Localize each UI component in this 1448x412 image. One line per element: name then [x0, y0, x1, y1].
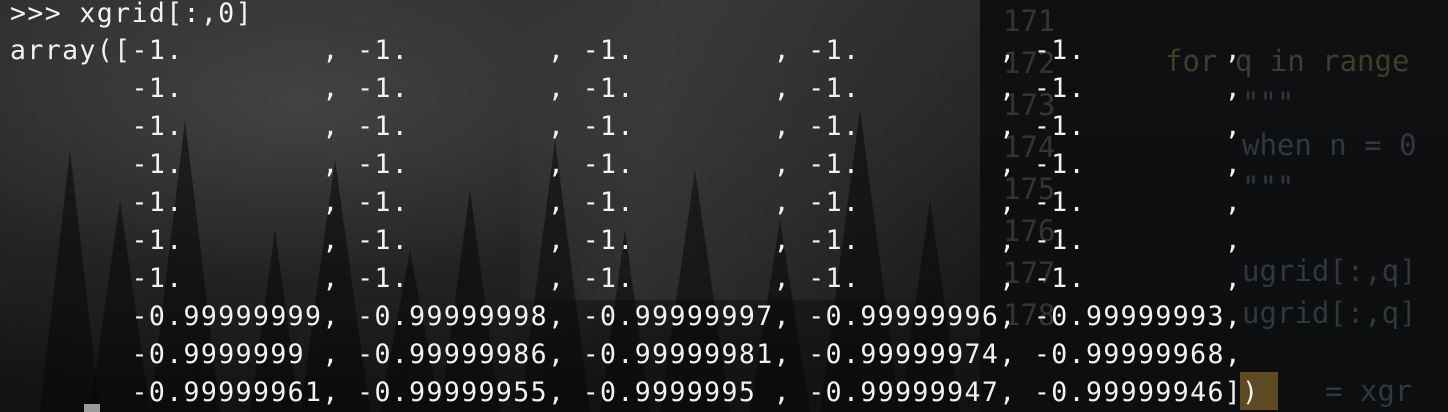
- terminal-output-line: -1. , -1. , -1. , -1. , -1. ,: [10, 225, 1243, 256]
- terminal-output-line: -0.9999999 , -0.99999986, -0.99999981, -…: [10, 339, 1243, 370]
- desktop-screen: 171 172 173 174 175 176 177 178 for q in…: [0, 0, 1448, 412]
- terminal-prompt-line: >>> xgrid[:,0]: [10, 0, 253, 29]
- terminal-output-line: -1. , -1. , -1. , -1. , -1. ,: [10, 111, 1243, 142]
- terminal-output-line: -0.99999999, -0.99999998, -0.99999997, -…: [10, 301, 1243, 332]
- terminal-output-line: -1. , -1. , -1. , -1. , -1. ,: [10, 73, 1243, 104]
- terminal-output: >>> xgrid[:,0] array([-1. , -1. , -1. , …: [0, 0, 1448, 412]
- terminal-cursor: [84, 404, 100, 412]
- terminal-output-line: -1. , -1. , -1. , -1. , -1. ,: [10, 263, 1243, 294]
- terminal-output-line: array([-1. , -1. , -1. , -1. , -1. ,: [10, 35, 1243, 66]
- terminal-output-line: -1. , -1. , -1. , -1. , -1. ,: [10, 149, 1243, 180]
- terminal-output-line: -1. , -1. , -1. , -1. , -1. ,: [10, 187, 1243, 218]
- terminal-output-line: -0.99999961, -0.99999955, -0.9999995 , -…: [10, 377, 1260, 408]
